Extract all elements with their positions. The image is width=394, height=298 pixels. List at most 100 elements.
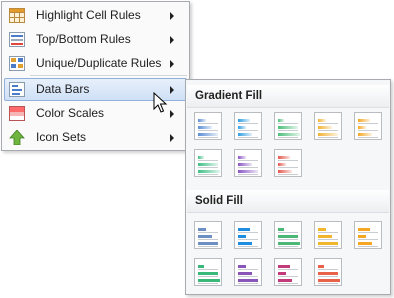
data-bar-sample bbox=[238, 235, 246, 238]
gridline bbox=[238, 160, 258, 161]
data-bar-sample bbox=[198, 265, 204, 268]
data-bar-sample bbox=[278, 133, 300, 136]
gridline bbox=[318, 137, 338, 138]
gridline bbox=[278, 283, 298, 284]
data-bar-gradient-style-7[interactable] bbox=[234, 149, 262, 177]
section-title-gradient-fill: Gradient Fill bbox=[195, 90, 263, 102]
gridline bbox=[278, 276, 298, 277]
data-bar-sample bbox=[198, 228, 206, 231]
data-bar-gradient-style-1[interactable] bbox=[194, 112, 222, 140]
data-bar-sample bbox=[278, 272, 286, 275]
gridline bbox=[358, 232, 378, 233]
gridline bbox=[278, 246, 298, 247]
gridline bbox=[238, 232, 258, 233]
gridline bbox=[198, 276, 218, 277]
data-bar-gradient-style-4[interactable] bbox=[314, 112, 342, 140]
gridline bbox=[198, 269, 218, 270]
data-bar-sample bbox=[358, 228, 370, 231]
submenu-arrow-icon bbox=[170, 134, 174, 142]
data-bar-sample bbox=[238, 156, 246, 159]
gridline bbox=[358, 137, 378, 138]
data-bar-sample bbox=[318, 265, 324, 268]
menu-item-label: Highlight Cell Rules bbox=[36, 8, 141, 22]
highlight-cell-rules-icon bbox=[9, 8, 25, 23]
data-bar-solid-style-6[interactable] bbox=[194, 258, 222, 286]
gridline bbox=[278, 232, 298, 233]
data-bar-sample bbox=[238, 126, 246, 129]
gridline bbox=[318, 123, 338, 124]
data-bar-solid-style-8[interactable] bbox=[274, 258, 302, 286]
conditional-formatting-menu: Highlight Cell Rules Top/Bottom Rules Un… bbox=[1, 1, 190, 151]
data-bar-sample bbox=[238, 119, 250, 122]
data-bar-gradient-style-8[interactable] bbox=[274, 149, 302, 177]
gridline bbox=[238, 167, 258, 168]
gridline bbox=[278, 167, 298, 168]
data-bar-gradient-style-5[interactable] bbox=[354, 112, 382, 140]
data-bar-solid-style-2[interactable] bbox=[234, 221, 262, 249]
data-bar-solid-style-4[interactable] bbox=[314, 221, 342, 249]
data-bar-solid-style-3[interactable] bbox=[274, 221, 302, 249]
gridline bbox=[318, 130, 338, 131]
menu-item-label: Icon Sets bbox=[36, 130, 87, 144]
menu-item-label: Data Bars bbox=[36, 82, 90, 96]
gridline bbox=[318, 276, 338, 277]
data-bar-sample bbox=[198, 156, 204, 159]
gridline bbox=[318, 239, 338, 240]
gridline bbox=[198, 130, 218, 131]
data-bar-gradient-style-3[interactable] bbox=[274, 112, 302, 140]
gridline bbox=[318, 269, 338, 270]
data-bars-gallery: Gradient Fill Solid Fill bbox=[185, 79, 391, 295]
data-bar-sample bbox=[358, 235, 366, 238]
gridline bbox=[238, 130, 258, 131]
menu-item-highlight-cell-rules[interactable]: Highlight Cell Rules bbox=[4, 4, 187, 27]
gridline bbox=[278, 130, 298, 131]
data-bar-sample bbox=[238, 228, 250, 231]
data-bar-sample bbox=[198, 279, 220, 282]
unique-duplicate-rules-icon bbox=[9, 56, 25, 71]
data-bar-solid-style-9[interactable] bbox=[314, 258, 342, 286]
data-bar-sample bbox=[198, 242, 218, 245]
data-bar-sample bbox=[358, 126, 366, 129]
data-bar-sample bbox=[238, 133, 252, 136]
gridline bbox=[318, 246, 338, 247]
data-bar-sample bbox=[198, 272, 218, 275]
gridline bbox=[198, 174, 218, 175]
gridline bbox=[198, 283, 218, 284]
menu-item-label: Color Scales bbox=[36, 106, 105, 120]
menu-item-icon-sets[interactable]: Icon Sets bbox=[4, 126, 187, 149]
gridline bbox=[238, 174, 258, 175]
data-bar-solid-style-7[interactable] bbox=[234, 258, 262, 286]
gridline bbox=[238, 269, 258, 270]
gridline bbox=[278, 174, 298, 175]
submenu-arrow-icon bbox=[170, 110, 174, 118]
gridline bbox=[278, 160, 298, 161]
gridline bbox=[238, 276, 258, 277]
mouse-cursor-icon bbox=[153, 92, 168, 113]
menu-item-unique-duplicate-rules[interactable]: Unique/Duplicate Rules bbox=[4, 52, 187, 75]
data-bar-gradient-style-6[interactable] bbox=[194, 149, 222, 177]
data-bar-sample bbox=[318, 235, 332, 238]
data-bar-sample bbox=[238, 279, 258, 282]
submenu-arrow-icon bbox=[170, 60, 174, 68]
gridline bbox=[358, 130, 378, 131]
data-bar-solid-style-1[interactable] bbox=[194, 221, 222, 249]
data-bar-solid-style-5[interactable] bbox=[354, 221, 382, 249]
data-bar-sample bbox=[318, 228, 326, 231]
top-bottom-rules-icon bbox=[9, 32, 25, 47]
data-bar-sample bbox=[278, 170, 292, 173]
data-bar-sample bbox=[318, 119, 326, 122]
data-bar-sample bbox=[238, 163, 252, 166]
data-bar-sample bbox=[198, 133, 218, 136]
data-bar-sample bbox=[318, 133, 338, 136]
color-scales-icon bbox=[9, 106, 25, 121]
data-bar-sample bbox=[358, 242, 372, 245]
gridline bbox=[238, 123, 258, 124]
data-bar-sample bbox=[278, 163, 286, 166]
gridline bbox=[318, 283, 338, 284]
data-bar-gradient-style-2[interactable] bbox=[234, 112, 262, 140]
gridline bbox=[318, 232, 338, 233]
menu-item-top-bottom-rules[interactable]: Top/Bottom Rules bbox=[4, 28, 187, 51]
section-title-solid-fill: Solid Fill bbox=[195, 195, 243, 207]
gridline bbox=[198, 232, 218, 233]
data-bar-sample bbox=[238, 242, 252, 245]
